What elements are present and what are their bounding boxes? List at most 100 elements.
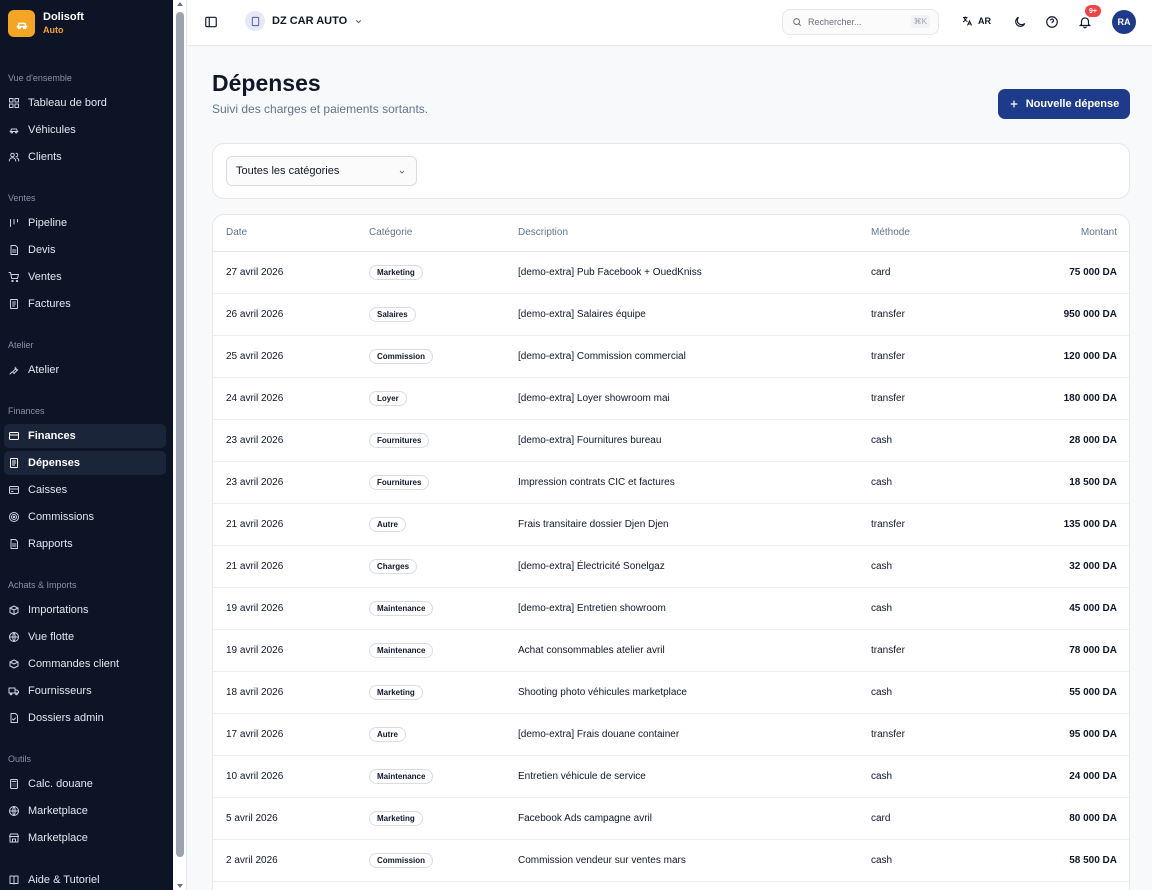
table-row[interactable]: 26 avril 2026 Salaires [demo-extra] Salair… — [213, 294, 1129, 336]
expense-amount: 78 000 DA — [1069, 645, 1117, 656]
expense-description: [demo-extra] Électricité Sonelgaz — [518, 561, 665, 572]
company-switcher[interactable]: DZ CAR AUTO — [245, 11, 363, 31]
sidebar-item-label: Dépenses — [28, 457, 80, 469]
table-row[interactable]: 17 avril 2026 Autre [demo-extra] Frais dou… — [213, 714, 1129, 756]
sidebar-item-label: Marketplace — [28, 832, 88, 844]
sidebar-item-finances[interactable]: Finances — [4, 424, 166, 448]
sidebar-item-fournisseurs[interactable]: Fournisseurs — [4, 679, 166, 703]
table-row[interactable]: 23 avril 2026 Fournitures Impression contr… — [213, 462, 1129, 504]
category-badge: Commission — [369, 853, 434, 868]
new-expense-button[interactable]: Nouvelle dépense — [998, 89, 1130, 119]
sidebar-item-v-hicules[interactable]: Véhicules — [4, 118, 166, 142]
sidebar-item-factures[interactable]: Factures — [4, 292, 166, 316]
sidebar-item-label: Caisses — [28, 484, 68, 496]
expense-description: [demo-extra] Frais douane container — [518, 729, 680, 740]
payment-method: cash — [871, 603, 893, 614]
sidebar-item-devis[interactable]: Devis — [4, 238, 166, 262]
sidebar-item-vue-flotte[interactable]: Vue flotte — [4, 625, 166, 649]
expense-amount: 80 000 DA — [1069, 813, 1117, 824]
help-icon[interactable] — [1045, 15, 1059, 29]
sidebar-item-importations[interactable]: Importations — [4, 598, 166, 622]
category-filter-value: Toutes les catégories — [236, 165, 340, 177]
table-row[interactable]: 2 avril 2026 Commission Commission vendeur… — [213, 840, 1129, 882]
sidebar-item-label: Commissions — [28, 511, 95, 523]
expense-date: 19 avril 2026 — [226, 603, 284, 614]
file-check-icon — [10, 713, 18, 723]
sidebar-item-marketplace[interactable]: Marketplace — [4, 826, 166, 850]
table-row[interactable]: 25 avril 2026 Commission [demo-extra] Comm… — [213, 336, 1129, 378]
search-input[interactable] — [808, 17, 908, 27]
column-amount[interactable]: Montant — [1081, 227, 1117, 238]
table-row[interactable]: 5 avril 2026 Marketing Facebook Ads campag… — [213, 798, 1129, 840]
sidebar-toggle-icon[interactable] — [204, 15, 218, 29]
expense-description: [demo-extra] Commission commercial — [518, 351, 686, 362]
language-toggle[interactable]: AR — [961, 15, 991, 27]
bell-icon[interactable] — [1078, 15, 1092, 29]
store-icon — [9, 833, 19, 843]
sidebar-item-commandes-client[interactable]: Commandes client — [4, 652, 166, 676]
sidebar-item-label: Rapports — [28, 538, 73, 550]
sidebar-item-marketplace[interactable]: Marketplace — [4, 799, 166, 823]
sidebar-item-atelier[interactable]: Atelier — [4, 358, 166, 382]
table-row[interactable]: 24 avril 2026 Loyer [demo-extra] Loyer sho… — [213, 378, 1129, 420]
table-row[interactable]: 19 avril 2026 Maintenance [demo-extra] Ent… — [213, 588, 1129, 630]
users-icon — [8, 152, 20, 162]
target-icon — [9, 512, 19, 522]
sidebar-item-clients[interactable]: Clients — [4, 145, 166, 169]
moon-icon[interactable] — [1013, 15, 1027, 29]
sidebar-item-tableau-de-bord[interactable]: Tableau de bord — [4, 91, 166, 115]
search-box[interactable]: ⌘K — [782, 9, 939, 35]
table-header: Date Catégorie Description Méthode Monta… — [213, 215, 1129, 252]
truck-icon — [8, 687, 19, 696]
calculator-icon — [10, 779, 18, 789]
expense-date: 21 avril 2026 — [226, 519, 284, 530]
table-row[interactable]: 21 avril 2026 Charges [demo-extra] Électri… — [213, 546, 1129, 588]
table-row[interactable]: 10 avril 2026 Maintenance Entretien véhicu… — [213, 756, 1129, 798]
brand[interactable]: Dolisoft Auto — [8, 10, 84, 37]
column-date[interactable]: Date — [226, 227, 247, 238]
payment-method: cash — [871, 771, 893, 782]
category-badge: Charges — [369, 559, 418, 574]
table-row[interactable]: 19 avril 2026 Maintenance Achat consommabl… — [213, 630, 1129, 672]
payment-method: cash — [871, 687, 893, 698]
expense-description: [demo-extra] Salaires équipe — [518, 309, 646, 320]
payment-method: transfer — [871, 309, 905, 320]
expense-amount: 95 000 DA — [1069, 729, 1117, 740]
category-filter-select[interactable]: Toutes les catégories — [226, 156, 417, 186]
expense-description: [demo-extra] Entretien showroom — [518, 603, 666, 614]
sidebar-item-pipeline[interactable]: Pipeline — [4, 211, 166, 235]
table-row[interactable]: 21 avril 2026 Autre Frais transitaire doss… — [213, 504, 1129, 546]
scrollbar-thumb[interactable] — [176, 12, 184, 857]
scrollbar[interactable] — [173, 0, 187, 890]
sidebar-item-calc-douane[interactable]: Calc. douane — [4, 772, 166, 796]
user-avatar[interactable]: RA — [1112, 10, 1136, 34]
sidebar-item-rapports[interactable]: Rapports — [4, 532, 166, 556]
sidebar-item-help[interactable]: Aide & Tutoriel — [4, 868, 166, 890]
table-row[interactable]: 23 avril 2026 Fournitures [demo-extra] Fou… — [213, 420, 1129, 462]
nav-section-label: Vue d'ensemble — [8, 73, 72, 83]
scroll-down-icon[interactable] — [177, 884, 183, 888]
sidebar-item-d-penses[interactable]: Dépenses — [4, 451, 166, 475]
category-badge: Maintenance — [369, 601, 434, 616]
column-method[interactable]: Méthode — [871, 227, 910, 238]
table-row[interactable]: 27 avril 2026 Marketing [demo-extra] Pub F… — [213, 252, 1129, 294]
sidebar-item-dossiers-admin[interactable]: Dossiers admin — [4, 706, 166, 730]
column-category[interactable]: Catégorie — [369, 227, 412, 238]
expense-date: 5 avril 2026 — [226, 813, 278, 824]
globe-icon — [9, 632, 19, 642]
column-description[interactable]: Description — [518, 227, 568, 238]
expense-date: 24 avril 2026 — [226, 393, 284, 404]
sidebar-item-caisses[interactable]: Caisses — [4, 478, 166, 502]
sidebar-item-commissions[interactable]: Commissions — [4, 505, 166, 529]
scroll-up-icon[interactable] — [177, 2, 183, 6]
expense-description: Shooting photo véhicules marketplace — [518, 687, 687, 698]
expense-amount: 950 000 DA — [1063, 309, 1117, 320]
expense-description: Achat consommables atelier avril — [518, 645, 665, 656]
expense-amount: 75 000 DA — [1069, 267, 1117, 278]
car-logo-icon — [8, 10, 35, 37]
sidebar-item-ventes[interactable]: Ventes — [4, 265, 166, 289]
expense-amount: 24 000 DA — [1069, 771, 1117, 782]
grid-icon — [9, 98, 19, 108]
expense-amount: 120 000 DA — [1063, 351, 1117, 362]
table-row[interactable]: 18 avril 2026 Marketing Shooting photo véh… — [213, 672, 1129, 714]
